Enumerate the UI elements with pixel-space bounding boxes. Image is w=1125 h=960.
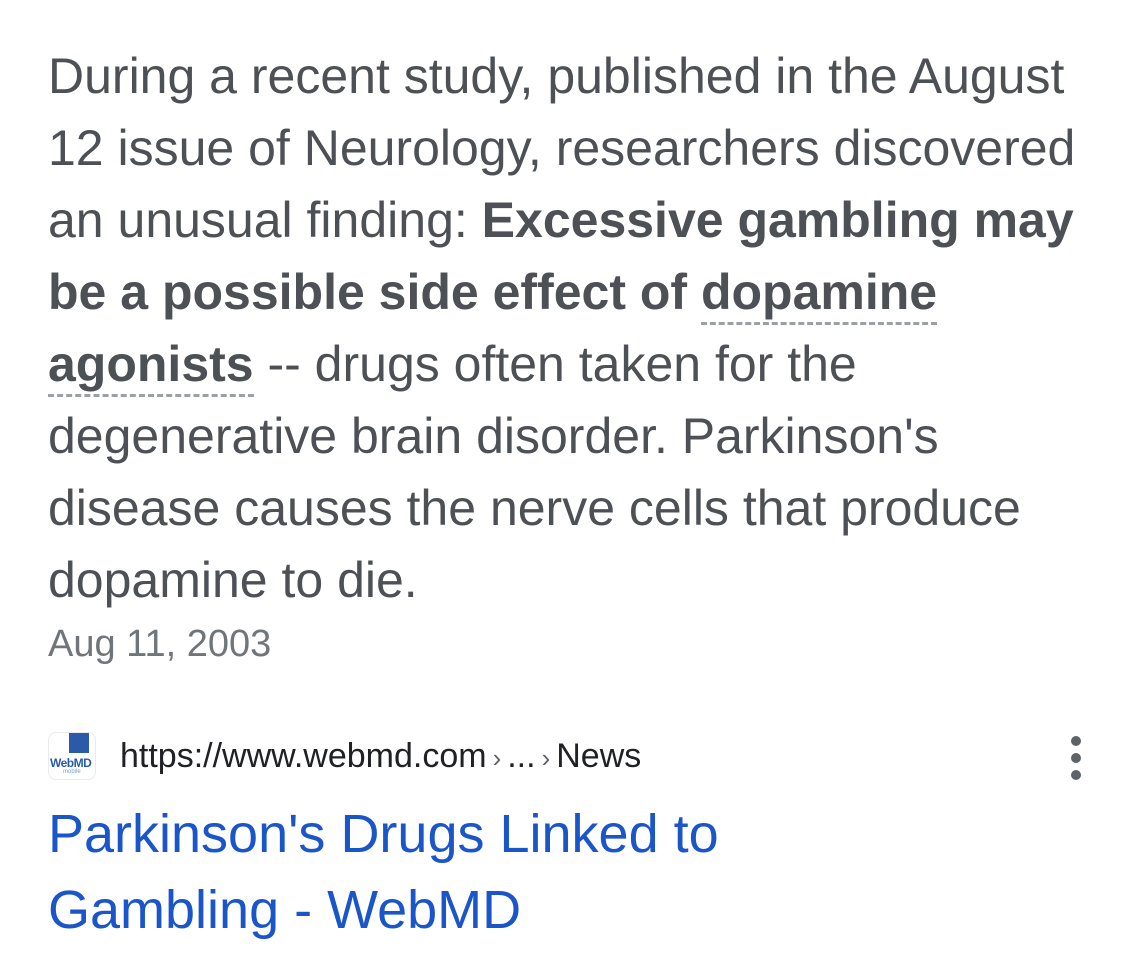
three-dot-vertical-icon bbox=[1071, 770, 1081, 780]
breadcrumb-ellipsis: ... bbox=[507, 737, 536, 775]
snippet-date: Aug 11, 2003 bbox=[48, 623, 272, 665]
favicon-flag-shape bbox=[69, 733, 89, 753]
three-dot-vertical-icon bbox=[1071, 736, 1081, 746]
result-title-line2: Gambling - WebMD bbox=[48, 880, 522, 940]
favicon-logo-subtext: mobile bbox=[63, 769, 81, 775]
url-base: https://www.webmd.com bbox=[120, 737, 487, 775]
result-url-breadcrumb[interactable]: https://www.webmd.com ›... › News bbox=[120, 734, 641, 780]
featured-snippet-text: During a recent study, published in the … bbox=[48, 40, 1088, 616]
more-options-button[interactable] bbox=[1064, 736, 1088, 780]
breadcrumb-separator-1: › bbox=[492, 743, 502, 773]
result-title-link[interactable]: Parkinson's Drugs Linked to Gambling - We… bbox=[48, 796, 1048, 948]
result-source-row: WebMD mobile https://www.webmd.com ›... › N… bbox=[48, 728, 1088, 784]
three-dot-vertical-icon bbox=[1071, 753, 1081, 763]
webmd-favicon-icon: WebMD mobile bbox=[48, 732, 96, 780]
breadcrumb-separator-2: › bbox=[541, 743, 551, 773]
breadcrumb-news: News bbox=[556, 737, 642, 775]
result-title-line1: Parkinson's Drugs Linked to bbox=[48, 804, 719, 864]
favicon-logo-text: WebMD bbox=[50, 756, 92, 770]
